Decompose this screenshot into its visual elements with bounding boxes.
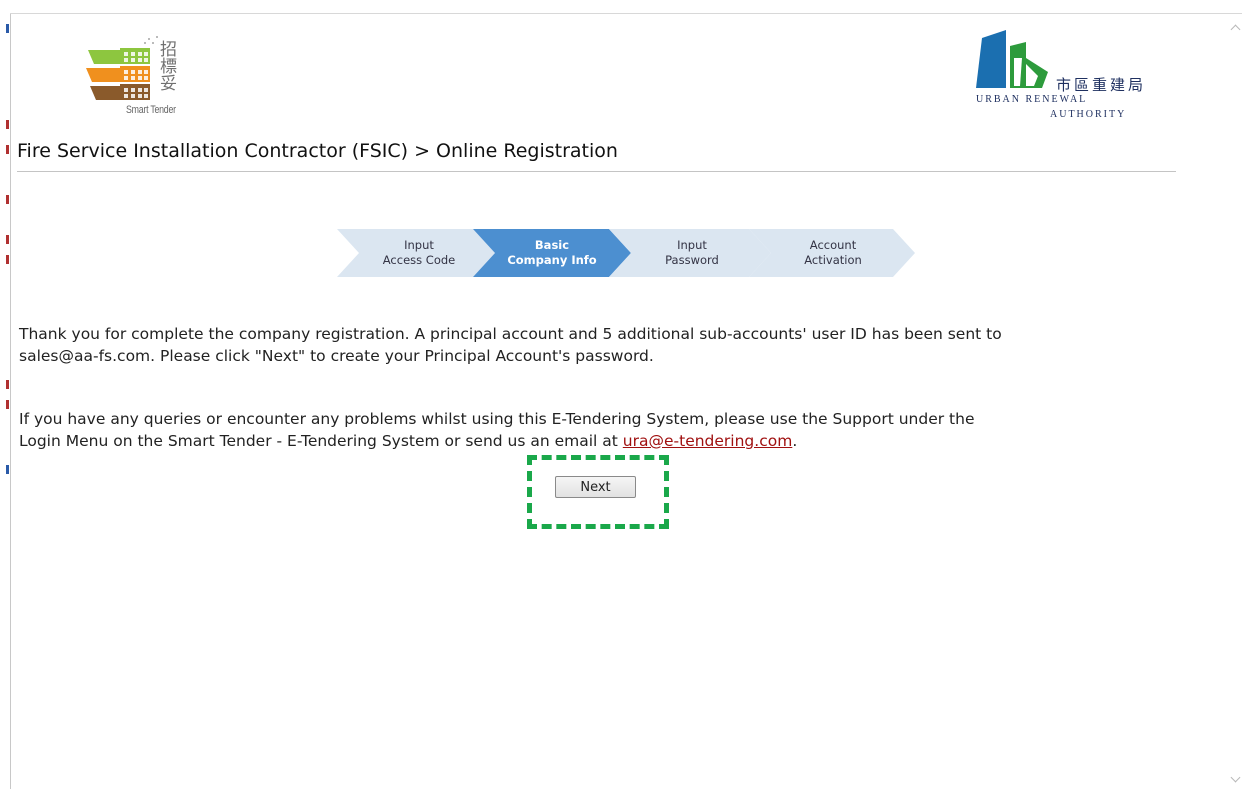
page-title: Fire Service Installation Contractor (FS… — [17, 140, 618, 162]
smart-tender-caption: Smart Tender — [126, 104, 176, 116]
ura-logo: 市區重建局 URBAN RENEWAL AUTHORITY — [972, 28, 1172, 124]
smart-tender-logo: 招 標 妥 Smart Tender — [86, 34, 196, 122]
scroll-down-icon[interactable] — [1230, 772, 1241, 783]
smart-tender-hanzi: 招 標 妥 — [160, 40, 177, 94]
ura-logo-mark — [976, 30, 1048, 88]
scroll-up-icon[interactable] — [1230, 24, 1241, 35]
step-basic-company-info: Basic Company Info — [507, 238, 597, 267]
ura-english-name-line1: URBAN RENEWAL — [976, 94, 1088, 105]
ura-chinese-name: 市區重建局 — [1056, 76, 1147, 94]
ura-english-name-line2: AUTHORITY — [1050, 109, 1127, 120]
support-email-link[interactable]: ura@e-tendering.com — [623, 432, 793, 450]
window-left-border — [10, 14, 11, 789]
step-account-activation: Account Activation — [804, 238, 862, 267]
step-input-password: Input Password — [665, 238, 719, 267]
title-divider — [17, 171, 1176, 172]
window-top-border — [10, 13, 1242, 14]
confirmation-message: Thank you for complete the company regis… — [19, 325, 1002, 365]
next-button[interactable]: Next — [555, 476, 636, 498]
background-window-edge — [0, 0, 10, 789]
support-message: If you have any queries or encounter any… — [19, 410, 975, 450]
registration-steps: Input Access Code Basic Company Info Input… — [337, 225, 917, 281]
step-input-access-code: Input Access Code — [382, 238, 456, 267]
